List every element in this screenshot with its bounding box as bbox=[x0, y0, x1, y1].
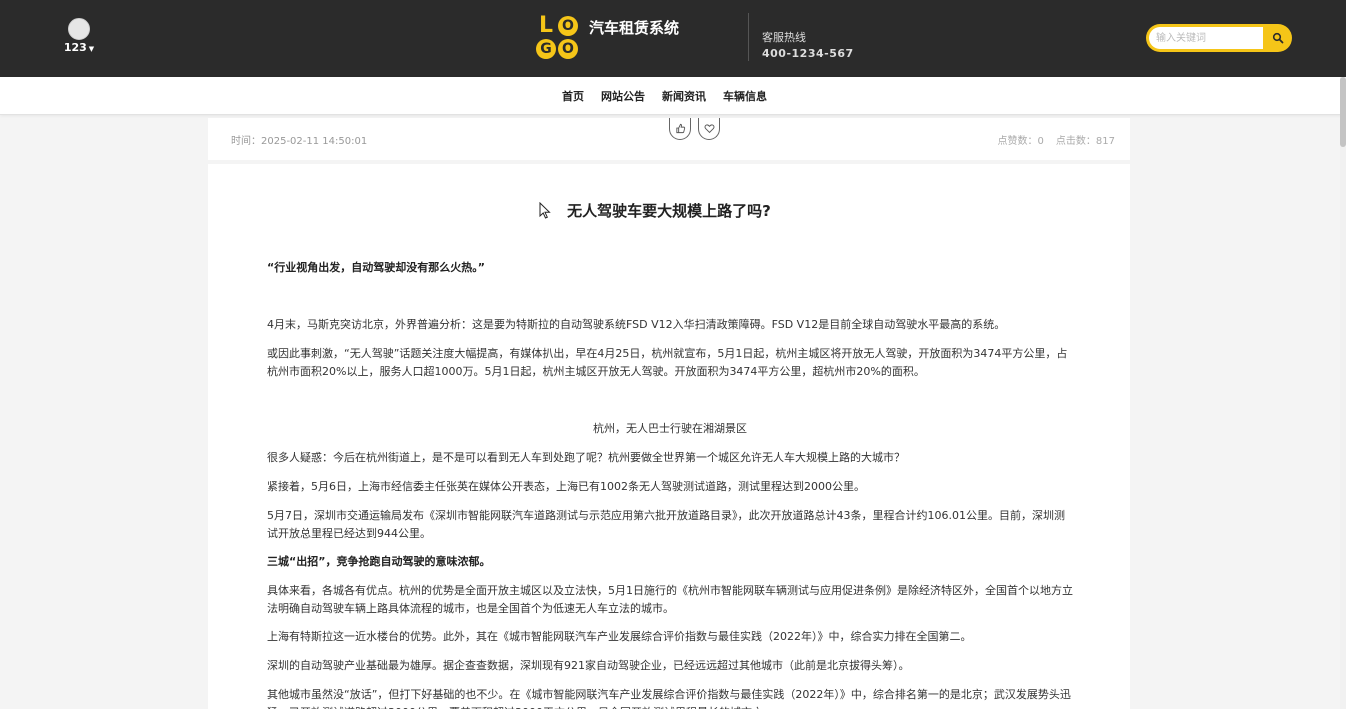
search-button[interactable] bbox=[1264, 24, 1292, 52]
nav-item-news[interactable]: 新闻资讯 bbox=[662, 88, 706, 104]
like-count: 点赞数：0 bbox=[997, 136, 1044, 147]
nav-item-vehicles[interactable]: 车辆信息 bbox=[723, 88, 767, 104]
article-paragraph: 紧接着，5月6日，上海市经信委主任张英在媒体公开表态，上海已有1002条无人驾驶… bbox=[267, 480, 865, 493]
main-nav: 首页 网站公告 新闻资讯 车辆信息 bbox=[0, 77, 1346, 115]
mouse-cursor-icon bbox=[539, 202, 551, 219]
thumbs-up-icon bbox=[675, 123, 685, 134]
article-paragraph: 其他城市虽然没“放话”，但打下好基础的也不少。在《城市智能网联汽车产业发展综合评… bbox=[267, 688, 1071, 709]
header-divider bbox=[748, 13, 749, 61]
meta-counts: 点赞数：0 点击数：817 bbox=[986, 132, 1115, 147]
logo-letter: O bbox=[558, 16, 578, 36]
search-icon bbox=[1272, 32, 1284, 44]
user-menu[interactable]: 123 ▼ bbox=[62, 18, 96, 54]
article-paragraph: 深圳的自动驾驶产业基础最为雄厚。据企查查数据，深圳现有921家自动驾驶企业，已经… bbox=[267, 659, 910, 672]
article-lead: “行业视角出发，自动驾驶却没有那么火热。” bbox=[267, 261, 485, 274]
search-input[interactable] bbox=[1149, 27, 1263, 49]
article-title: 无人驾驶车要大规模上路了吗? bbox=[567, 202, 771, 220]
header: 123 ▼ L O G O 汽车租赁系统 客服热线 400-1234-567 bbox=[0, 0, 1346, 77]
favorite-button[interactable] bbox=[698, 118, 720, 140]
article-paragraph: 5月7日，深圳市交通运输局发布《深圳市智能网联汽车道路测试与示范应用第六批开放道… bbox=[267, 509, 1065, 540]
hotline-number: 400-1234-567 bbox=[762, 47, 854, 60]
article-paragraph: 或因此事刺激，“无人驾驶”话题关注度大幅提高，有媒体扒出，早在4月25日，杭州就… bbox=[267, 347, 1068, 378]
logo-letter: L bbox=[538, 13, 554, 38]
page-scrollbar[interactable] bbox=[1340, 77, 1346, 709]
publish-time: 时间：2025-02-11 14:50:01 bbox=[231, 136, 368, 147]
click-count: 点击数：817 bbox=[1055, 136, 1115, 147]
nav-item-home[interactable]: 首页 bbox=[562, 88, 584, 104]
nav-items: 首页 网站公告 新闻资讯 车辆信息 bbox=[562, 88, 767, 104]
user-name: 123 bbox=[63, 41, 87, 54]
scrollbar-thumb[interactable] bbox=[1340, 77, 1346, 147]
article-paragraph: 具体来看，各城各有优点。杭州的优势是全面开放主城区以及立法快，5月1日施行的《杭… bbox=[267, 584, 1073, 615]
user-name-dropdown[interactable]: 123 ▼ bbox=[62, 41, 96, 54]
article-subheading: 三城“出招”，竞争抢跑自动驾驶的意味浓郁。 bbox=[267, 555, 491, 568]
logo-letter: O bbox=[558, 39, 578, 59]
caret-down-icon: ▼ bbox=[88, 45, 95, 53]
article-paragraph: 很多人疑惑：今后在杭州街道上，是不是可以看到无人车到处跑了呢？杭州要做全世界第一… bbox=[267, 451, 905, 464]
logo[interactable]: L O G O bbox=[536, 13, 580, 60]
hotline-label: 客服热线 bbox=[762, 31, 806, 44]
article-meta: 时间：2025-02-11 14:50:01 点赞数：0 点击数：817 bbox=[208, 118, 1130, 160]
article-content: 无人驾驶车要大规模上路了吗? “行业视角出发，自动驾驶却没有那么火热。” 4月末… bbox=[208, 164, 1130, 709]
system-title: 汽车租赁系统 bbox=[589, 19, 680, 37]
article-paragraph: 上海有特斯拉这一近水楼台的优势。此外，其在《城市智能网联汽车产业发展综合评价指数… bbox=[267, 630, 972, 643]
image-caption: 杭州，无人巴士行驶在湘湖景区 bbox=[593, 422, 747, 435]
like-button[interactable] bbox=[669, 118, 691, 140]
meta-actions bbox=[669, 118, 720, 140]
article-paragraph: 4月末，马斯克突访北京，外界普遍分析：这是要为特斯拉的自动驾驶系统FSD V12… bbox=[267, 318, 1006, 331]
logo-letter: G bbox=[536, 39, 556, 59]
heart-icon bbox=[704, 124, 714, 134]
avatar[interactable] bbox=[68, 18, 90, 40]
nav-item-announcements[interactable]: 网站公告 bbox=[601, 88, 645, 104]
search-box bbox=[1146, 24, 1292, 52]
